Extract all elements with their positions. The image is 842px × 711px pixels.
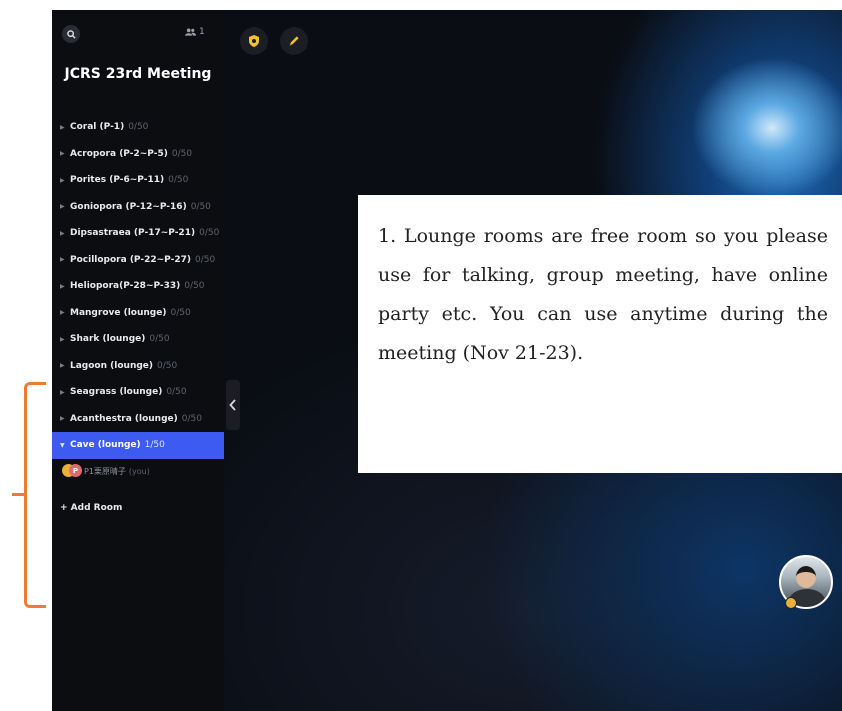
shield-icon [249,35,259,47]
room-label: Goniopora (P-12~P-16) [70,201,187,212]
room-label: Coral (P-1) [70,122,125,133]
collapse-sidebar-button[interactable] [226,380,240,430]
search-button[interactable] [62,25,80,43]
room-item[interactable]: ▶ Porites (P-6~P-11) 0/50 [52,167,224,194]
room-list: ▶ Coral (P-1) 0/50 ▶ Acropora (P-2~P-5) 0/50… [52,114,224,459]
room-item[interactable]: ▶ Dipsastraea (P-17~P-21) 0/50 [52,220,224,247]
room-item[interactable]: ▶ Acropora (P-2~P-5) 0/50 [52,141,224,168]
room-label: Acanthestra (lounge) [70,413,178,424]
participant-status-badge [785,597,797,609]
caret-right-icon: ▶ [60,150,65,158]
caret-right-icon: ▶ [60,256,65,264]
caret-down-icon: ▼ [60,441,65,449]
pencil-icon [289,36,299,46]
pencil-button[interactable] [280,27,308,55]
room-label: Seagrass (lounge) [70,387,163,398]
caret-right-icon: ▶ [60,335,65,343]
room-item[interactable]: ▶ Coral (P-1) 0/50 [52,114,224,141]
chevron-left-icon [229,399,236,411]
room-count: 0/50 [166,387,187,398]
add-room-button[interactable]: + Add Room [60,503,122,513]
avatar: P [62,464,84,478]
room-label: Lagoon (lounge) [70,360,154,371]
room-label: Mangrove (lounge) [70,307,167,318]
caret-right-icon: ▶ [60,176,65,184]
room-label: Acropora (P-2~P-5) [70,148,168,159]
room-item[interactable]: ▶ Lagoon (lounge) 0/50 [52,353,224,380]
room-item[interactable]: ▶ Goniopora (P-12~P-16) 0/50 [52,194,224,221]
caret-right-icon: ▶ [60,309,65,317]
room-count: 0/50 [199,228,220,239]
room-item[interactable]: ▶ Acanthestra (lounge) 0/50 [52,406,224,433]
caret-right-icon: ▶ [60,123,65,131]
caret-right-icon: ▶ [60,203,65,211]
room-label: Porites (P-6~P-11) [70,175,165,186]
users-icon [185,28,196,36]
room-count: 0/50 [190,201,211,212]
app-window: 1 JCRS 23rd Meeting ▶ Coral (P-1) 0/50 ▶ Ac… [52,10,842,711]
room-item[interactable]: ▶ Seagrass (lounge) 0/50 [52,379,224,406]
caret-right-icon: ▶ [60,282,65,290]
user-count[interactable]: 1 [185,27,205,37]
participant-face [796,566,816,588]
user-count-value: 1 [199,27,205,37]
room-count: 0/50 [128,122,149,133]
room-label: Heliopora(P-28~P-33) [70,281,181,292]
caret-right-icon: ▶ [60,388,65,396]
room-count: 1/50 [144,440,165,451]
caret-right-icon: ▶ [60,362,65,370]
room-count: 0/50 [168,175,189,186]
room-label: Pocillopora (P-22~P-27) [70,254,191,265]
room-count: 0/50 [149,334,170,345]
member-name: P1栗原晴子 [84,466,126,476]
annotation-bracket-tick [12,493,26,496]
caret-right-icon: ▶ [60,415,65,423]
room-count: 0/50 [181,413,202,424]
room-count: 0/50 [195,254,216,265]
room-label: Cave (lounge) [70,440,141,451]
search-icon [66,29,76,39]
shield-button[interactable] [240,27,268,55]
room-item[interactable]: ▶ Heliopora(P-28~P-33) 0/50 [52,273,224,300]
room-count: 0/50 [171,148,193,159]
sidebar: 1 JCRS 23rd Meeting ▶ Coral (P-1) 0/50 ▶ Ac… [52,10,224,711]
room-count: 0/50 [170,307,191,318]
room-count: 0/50 [157,360,178,371]
avatar-letter: P [69,464,82,477]
room-count: 0/50 [184,281,205,292]
room-label: Dipsastraea (P-17~P-21) [70,228,196,239]
room-item[interactable]: ▶ Mangrove (lounge) 0/50 [52,300,224,327]
room-item-active[interactable]: ▼ Cave (lounge) 1/50 [52,432,224,459]
space-title: JCRS 23rd Meeting [64,66,212,82]
room-member[interactable]: P P1栗原晴子 (you) [62,464,150,478]
caret-right-icon: ▶ [60,229,65,237]
annotation-note: 1. Lounge rooms are free room so you ple… [358,195,842,473]
room-item[interactable]: ▶ Shark (lounge) 0/50 [52,326,224,353]
annotation-bracket [24,382,46,608]
room-label: Shark (lounge) [70,334,146,345]
member-you-label: (you) [128,466,150,476]
room-item[interactable]: ▶ Pocillopora (P-22~P-27) 0/50 [52,247,224,274]
